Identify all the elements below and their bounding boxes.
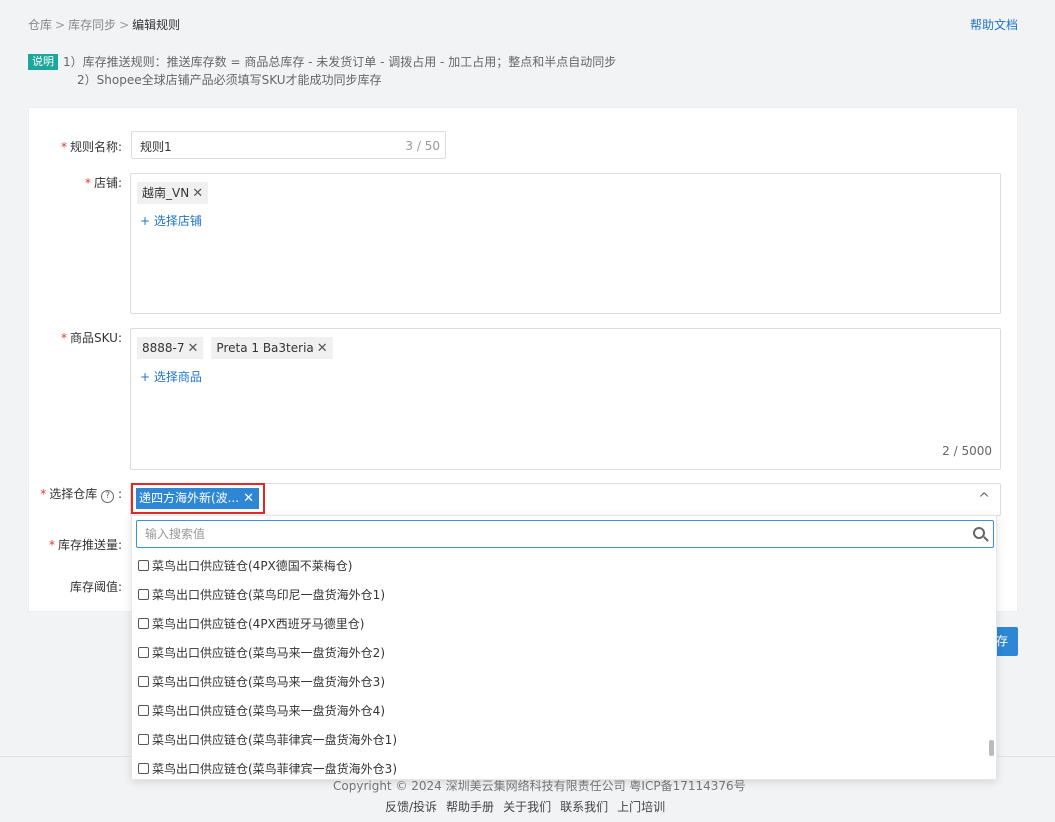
- breadcrumb-item-current: 编辑规则: [132, 18, 181, 32]
- footer-links: 反馈/投诉 帮助手册 关于我们 联系我们 上门培训: [385, 798, 674, 815]
- footer-link-about[interactable]: 关于我们: [503, 800, 551, 814]
- checkbox[interactable]: [138, 705, 149, 716]
- dropdown-option[interactable]: 菜鸟出口供应链仓(菜鸟菲律宾一盘货海外仓3): [132, 755, 990, 779]
- dropdown-option[interactable]: 菜鸟出口供应链仓(菜鸟马来一盘货海外仓3): [132, 668, 990, 697]
- footer-link-feedback[interactable]: 反馈/投诉: [385, 800, 437, 814]
- dropdown-option[interactable]: 菜鸟出口供应链仓(菜鸟马来一盘货海外仓2): [132, 639, 990, 668]
- dropdown-search-input[interactable]: [137, 521, 957, 547]
- shop-label: * 店铺:: [84, 176, 122, 190]
- dropdown-options: 菜鸟出口供应链仓(4PX德国不莱梅仓) 菜鸟出口供应链仓(菜鸟印尼一盘货海外仓1…: [132, 552, 990, 779]
- rule-name-label: * 规则名称:: [60, 140, 122, 154]
- checkbox[interactable]: [138, 734, 149, 745]
- close-icon[interactable]: ✕: [192, 186, 203, 201]
- breadcrumb: 仓库 > 库存同步 > 编辑规则: [28, 16, 180, 33]
- help-docs-link[interactable]: 帮助文档: [970, 16, 1018, 33]
- breadcrumb-separator: >: [55, 18, 66, 32]
- notice-line-2: 2）Shopee全球店铺产品必须填写SKU才能成功同步库存: [77, 73, 382, 87]
- warehouse-dropdown: 菜鸟出口供应链仓(4PX德国不莱梅仓) 菜鸟出口供应链仓(菜鸟印尼一盘货海外仓1…: [131, 515, 997, 780]
- checkbox[interactable]: [138, 676, 149, 687]
- notice-block: 说明 1）库存推送规则：推送库存数 = 商品总库存 - 未发货订单 - 调拨占用 …: [28, 53, 616, 89]
- push-qty-label: * 库存推送量:: [48, 538, 122, 552]
- select-shop-button[interactable]: + 选择店铺: [140, 212, 202, 229]
- threshold-label: 库存阈值:: [69, 580, 122, 594]
- sku-count: 2 / 5000: [942, 444, 992, 458]
- warehouse-label: * 选择仓库 ? :: [40, 487, 122, 503]
- breadcrumb-separator: >: [119, 18, 130, 32]
- help-icon[interactable]: ?: [101, 490, 115, 503]
- dropdown-option[interactable]: 菜鸟出口供应链仓(菜鸟印尼一盘货海外仓1): [132, 581, 990, 610]
- shop-selector-box: 越南_VN ✕ + 选择店铺: [130, 173, 1001, 314]
- footer-link-manual[interactable]: 帮助手册: [446, 800, 494, 814]
- notice-badge: 说明: [28, 54, 58, 70]
- checkbox[interactable]: [138, 763, 149, 774]
- warehouse-tag: 递四方海外新(波... ✕: [136, 488, 259, 509]
- rule-name-char-count: 3 / 50: [405, 139, 440, 153]
- footer-link-contact[interactable]: 联系我们: [560, 800, 608, 814]
- dropdown-option[interactable]: 菜鸟出口供应链仓(4PX西班牙马德里仓): [132, 610, 990, 639]
- rule-name-value: 规则1: [140, 140, 172, 154]
- checkbox[interactable]: [138, 618, 149, 629]
- checkbox[interactable]: [138, 647, 149, 658]
- sku-tag: 8888-7 ✕: [137, 337, 204, 359]
- shop-tag: 越南_VN ✕: [137, 182, 209, 204]
- close-icon[interactable]: ✕: [188, 341, 199, 356]
- search-icon[interactable]: [973, 527, 985, 539]
- chevron-up-icon[interactable]: ^: [978, 491, 990, 507]
- sku-label: * 商品SKU:: [61, 331, 122, 345]
- dropdown-option[interactable]: 菜鸟出口供应链仓(4PX德国不莱梅仓): [132, 552, 990, 581]
- checkbox[interactable]: [138, 589, 149, 600]
- sku-selector-box: 8888-7 ✕ Preta 1 Ba3teria ✕ + 选择商品 2 / 5000: [130, 328, 1001, 470]
- dropdown-search: [136, 520, 994, 548]
- footer-link-training[interactable]: 上门培训: [617, 800, 665, 814]
- dropdown-option[interactable]: 菜鸟出口供应链仓(菜鸟菲律宾一盘货海外仓1): [132, 726, 990, 755]
- close-icon[interactable]: ✕: [243, 488, 254, 509]
- notice-line-1: 1）库存推送规则：推送库存数 = 商品总库存 - 未发货订单 - 调拨占用 - …: [63, 55, 617, 69]
- rule-name-input[interactable]: 规则1 3 / 50: [131, 131, 446, 159]
- close-icon[interactable]: ✕: [317, 341, 328, 356]
- breadcrumb-item-stock-sync[interactable]: 库存同步: [68, 18, 116, 32]
- dropdown-option[interactable]: 菜鸟出口供应链仓(菜鸟马来一盘货海外仓4): [132, 697, 990, 726]
- sku-tag: Preta 1 Ba3teria ✕: [211, 337, 333, 359]
- checkbox[interactable]: [138, 560, 149, 571]
- dropdown-scrollbar[interactable]: [989, 554, 995, 779]
- select-product-button[interactable]: + 选择商品: [140, 368, 202, 385]
- scrollbar-thumb[interactable]: [989, 740, 994, 756]
- breadcrumb-item-warehouse[interactable]: 仓库: [28, 18, 52, 32]
